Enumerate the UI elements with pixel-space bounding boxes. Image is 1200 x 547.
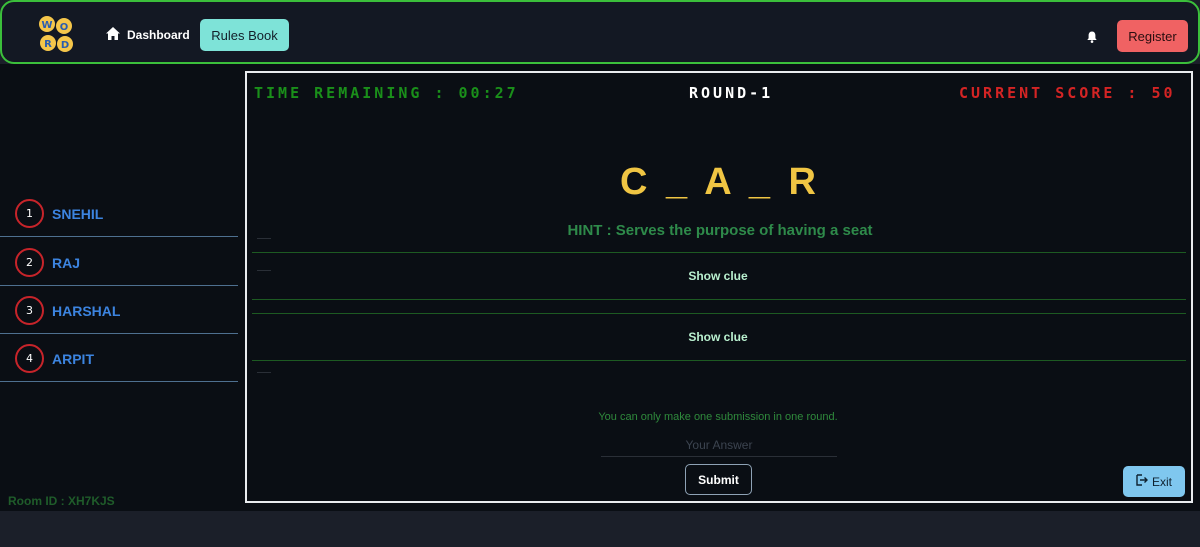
show-clue-button[interactable]: Show clue	[660, 266, 776, 286]
round-label: ROUND-1	[689, 84, 774, 102]
exit-icon	[1136, 474, 1149, 489]
room-id: Room ID : XH7KJS	[8, 494, 115, 508]
clue-divider	[252, 313, 1186, 314]
hint-text: HINT : Serves the purpose of having a se…	[567, 222, 873, 239]
rank-badge: 2	[15, 248, 44, 277]
time-remaining: TIME REMAINING : 00:27	[254, 84, 519, 102]
divider-tick	[257, 238, 271, 239]
rules-book-button[interactable]: Rules Book	[200, 19, 289, 51]
top-navbar: W O R D Dashboard Rules Book Register	[0, 0, 1200, 64]
rank-badge: 4	[15, 344, 44, 373]
exit-label: Exit	[1151, 474, 1172, 489]
dashboard-link[interactable]: Dashboard	[106, 27, 190, 43]
svg-text:R: R	[44, 39, 52, 50]
rank-badge: 1	[15, 199, 44, 228]
divider-tick	[257, 372, 271, 373]
home-icon	[106, 27, 120, 43]
word-logo[interactable]: W O R D	[36, 14, 76, 54]
player-name: RAJ	[52, 254, 81, 271]
rank-badge: 3	[15, 296, 44, 325]
show-clue-button[interactable]: Show clue	[660, 327, 776, 347]
clue-divider	[252, 360, 1186, 361]
current-score: CURRENT SCORE : 50	[959, 84, 1176, 102]
clue-divider	[252, 299, 1186, 300]
player-item: 4 ARPIT	[0, 336, 238, 382]
player-item: 3 HARSHAL	[0, 288, 238, 334]
player-item: 1 SNEHIL	[0, 191, 238, 237]
bell-icon[interactable]	[1087, 30, 1097, 43]
masked-word: C _ A _ R	[619, 161, 820, 203]
divider-tick	[257, 270, 271, 271]
answer-input[interactable]	[601, 433, 837, 457]
exit-button[interactable]: Exit	[1123, 466, 1185, 497]
player-name: ARPIT	[52, 350, 94, 367]
player-name: HARSHAL	[52, 302, 121, 319]
player-item: 2 RAJ	[0, 240, 238, 286]
submission-note: You can only make one submission in one …	[598, 411, 838, 423]
dashboard-label: Dashboard	[127, 28, 190, 42]
player-name: SNEHIL	[52, 205, 104, 222]
clue-divider	[252, 252, 1186, 253]
svg-text:D: D	[61, 40, 69, 51]
submit-button[interactable]: Submit	[685, 464, 752, 495]
svg-text:W: W	[41, 20, 52, 31]
register-button[interactable]: Register	[1117, 20, 1188, 52]
player-sidebar: 1 SNEHIL 2 RAJ 3 HARSHAL 4 ARPIT	[0, 64, 238, 511]
svg-text:O: O	[60, 22, 69, 33]
